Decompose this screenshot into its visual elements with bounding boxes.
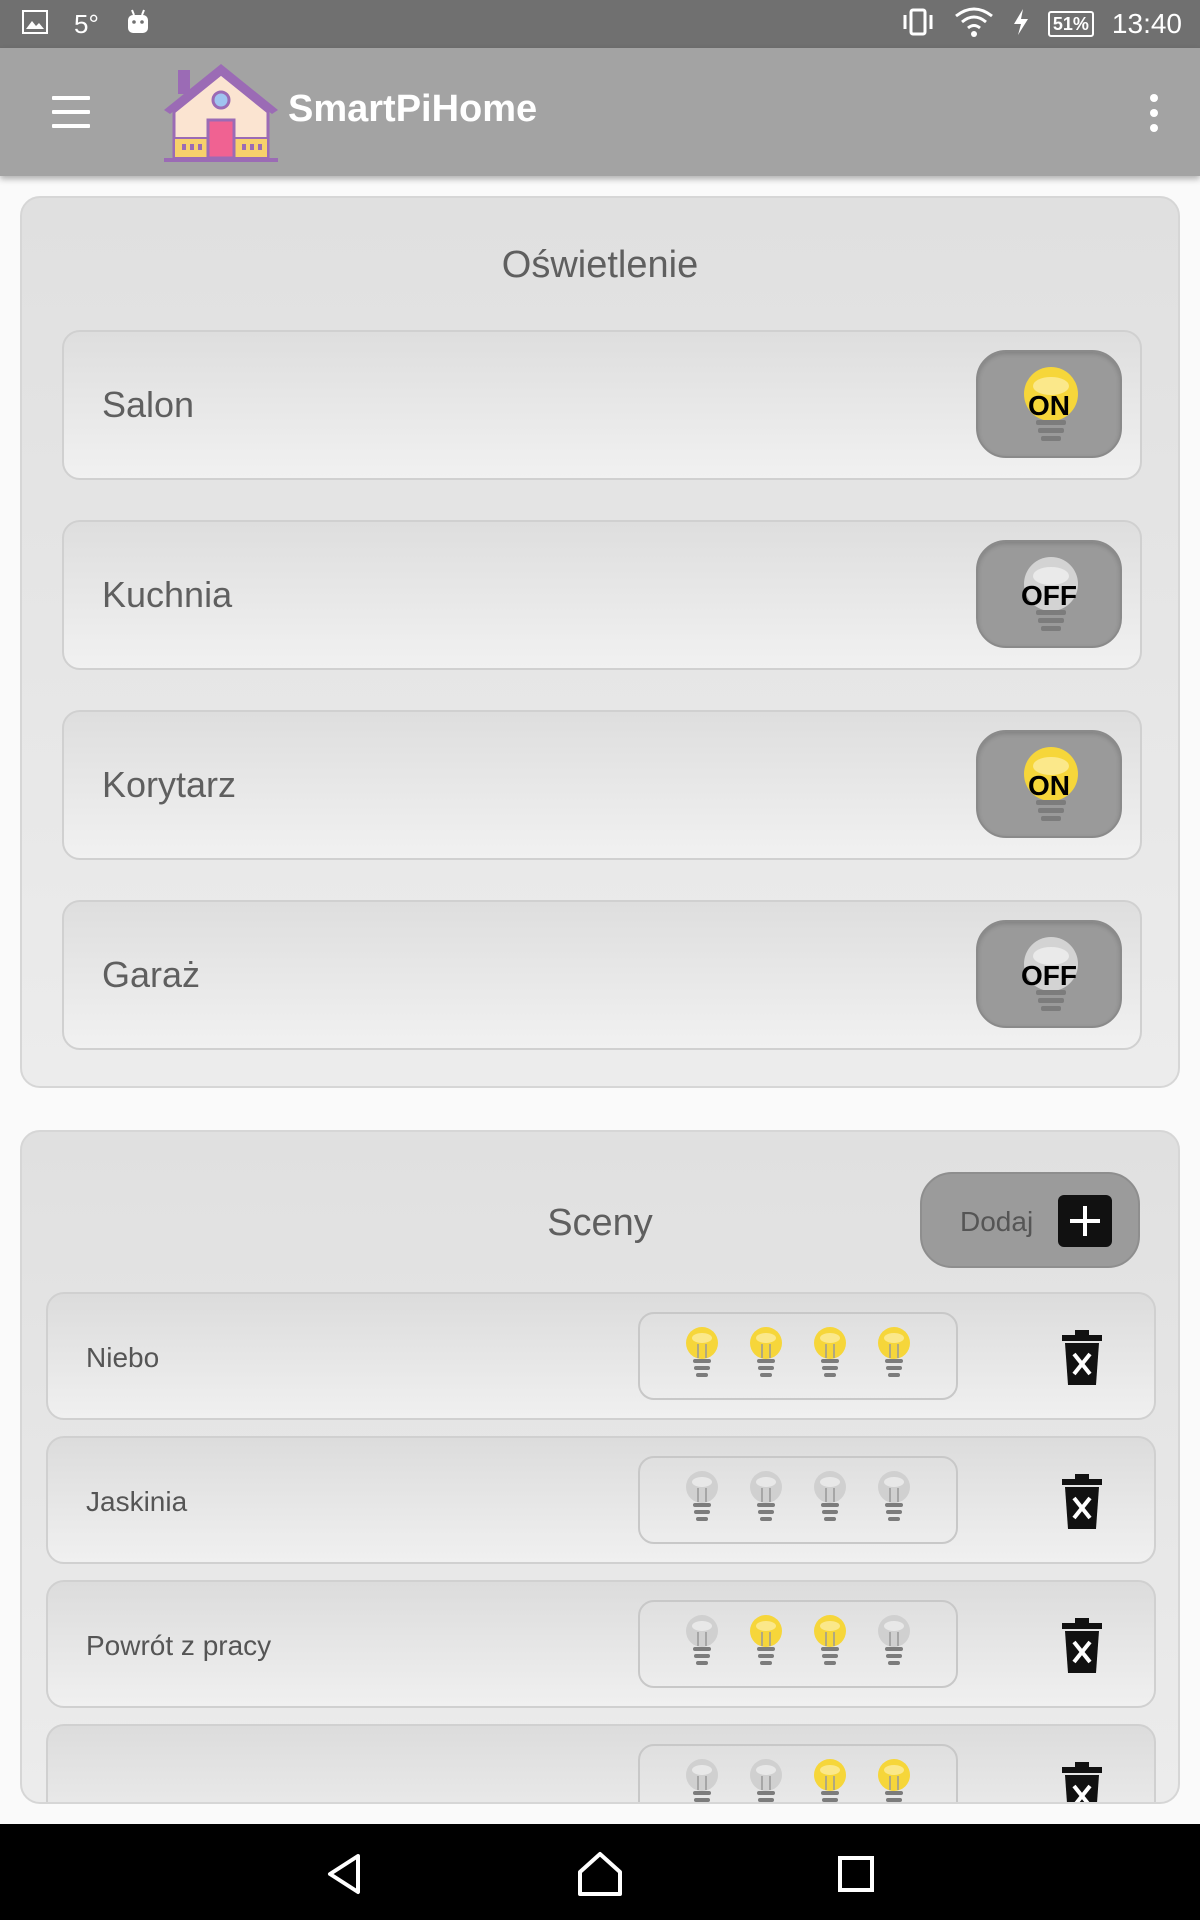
recents-icon[interactable] [830, 1848, 882, 1900]
light-toggle-garaz[interactable]: OFF [976, 920, 1122, 1028]
light-name: Salon [102, 384, 195, 425]
toggle-state: ON [1028, 390, 1070, 421]
status-bar: 5° 51% 13:40 [0, 0, 1200, 48]
add-scene-button[interactable]: Dodaj [920, 1172, 1140, 1268]
toggle-state: OFF [1021, 580, 1077, 611]
bulb-on-icon [812, 1614, 848, 1675]
bulb-off-icon [684, 1758, 720, 1803]
scene-name: Powrót z pracy [86, 1630, 272, 1661]
bulb-on-icon [812, 1326, 848, 1387]
bulb-off-icon [684, 1470, 720, 1531]
delete-scene-icon[interactable] [1060, 1762, 1104, 1802]
toggle-state: ON [1028, 770, 1070, 801]
back-icon[interactable] [320, 1848, 372, 1900]
light-name: Korytarz [102, 764, 237, 805]
light-row-garaz: Garaż OFF [62, 900, 1142, 1050]
delete-scene-icon[interactable] [1060, 1618, 1104, 1674]
lighting-title: Oświetlenie [501, 244, 699, 286]
menu-icon[interactable] [52, 96, 92, 128]
battery-icon: 51% [1047, 11, 1094, 37]
scene-name: Niebo [86, 1342, 160, 1373]
light-row-salon: Salon ON [62, 330, 1142, 480]
light-row-kuchnia: Kuchnia OFF [62, 520, 1142, 670]
scenes-card: Sceny Dodaj Niebo Jaskinia Powrót z prac… [20, 1130, 1180, 1804]
scene-bulbs [638, 1456, 958, 1544]
bulb-off-icon [748, 1758, 784, 1803]
app-title: SmartPiHome [288, 88, 538, 130]
delete-scene-icon[interactable] [1060, 1330, 1104, 1386]
vibrate-icon [900, 8, 936, 41]
delete-scene-icon[interactable] [1060, 1474, 1104, 1530]
light-toggle-korytarz[interactable]: ON [976, 730, 1122, 838]
scene-row[interactable]: Jaskinia [46, 1436, 1156, 1564]
navigation-bar [0, 1824, 1200, 1920]
home-icon[interactable] [574, 1848, 626, 1900]
bulb-on-icon [748, 1326, 784, 1387]
light-row-korytarz: Korytarz ON [62, 710, 1142, 860]
bulb-off-icon [748, 1470, 784, 1531]
scene-bulbs [638, 1744, 958, 1803]
bulb-off-icon [876, 1470, 912, 1531]
toggle-state: OFF [1021, 960, 1077, 991]
bulb-on-icon [684, 1326, 720, 1387]
wifi-icon [954, 7, 994, 42]
scene-bulbs [638, 1600, 958, 1688]
bulb-off-icon [812, 1470, 848, 1531]
bulb-on-icon [812, 1758, 848, 1803]
house-logo-icon [160, 58, 282, 168]
bulb-on-icon [876, 1758, 912, 1803]
light-toggle-kuchnia[interactable]: OFF [976, 540, 1122, 648]
gallery-icon [22, 9, 48, 39]
android-icon [125, 9, 151, 40]
scene-row[interactable]: Powrót z pracy [46, 1580, 1156, 1708]
bulb-on-icon [876, 1326, 912, 1387]
scene-name: Jaskinia [86, 1486, 188, 1517]
light-name: Garaż [102, 954, 201, 995]
scene-bulbs [638, 1312, 958, 1400]
bulb-off-icon [684, 1614, 720, 1675]
light-toggle-salon[interactable]: ON [976, 350, 1122, 458]
light-name: Kuchnia [102, 574, 233, 615]
bulb-on-icon [748, 1614, 784, 1675]
add-scene-label: Dodaj [960, 1206, 1034, 1237]
temperature-text: 5° [74, 8, 99, 39]
lighting-card: Oświetlenie Salon ON Kuchnia OFF Korytar… [20, 196, 1180, 1088]
more-vert-icon[interactable] [1148, 94, 1160, 134]
charging-icon [1012, 8, 1030, 41]
bulb-off-icon [876, 1614, 912, 1675]
scene-row[interactable] [46, 1724, 1156, 1803]
clock-time: 13:40 [1111, 8, 1182, 39]
app-bar: SmartPiHome [0, 48, 1200, 176]
scene-row[interactable]: Niebo [46, 1292, 1156, 1420]
scene-list[interactable]: Niebo Jaskinia Powrót z pracy [22, 1292, 1178, 1803]
plus-icon [1058, 1195, 1112, 1247]
